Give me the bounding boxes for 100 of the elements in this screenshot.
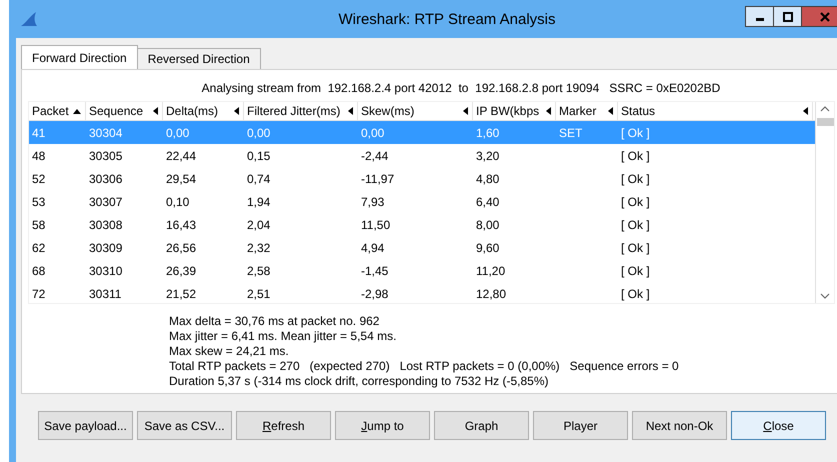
table-cell: [ Ok ]: [621, 240, 650, 254]
table-cell: 30304: [89, 126, 122, 140]
table-cell: 21,52: [166, 286, 196, 300]
table-cell: 0,00: [247, 126, 270, 140]
dialog-button[interactable]: Next non-Ok: [632, 411, 727, 440]
table-row[interactable]: 62 30309 26,56 2,32 4,94 9,60 [ Ok ]: [29, 236, 815, 259]
table-cell: -2,98: [361, 286, 388, 300]
table-cell: 2,51: [247, 286, 270, 300]
table-cell: [ Ok ]: [621, 126, 650, 140]
table-row[interactable]: 53 30307 0,10 1,94 7,93 6,40 [ Ok ]: [29, 190, 815, 213]
table-cell: 30311: [89, 286, 122, 300]
dialog-button[interactable]: Player: [533, 411, 628, 440]
table-cell: -2,44: [361, 148, 388, 162]
minimize-icon: [756, 18, 764, 21]
table-cell: 41: [32, 126, 46, 140]
scroll-thumb[interactable]: [816, 118, 834, 126]
table-cell: 4,80: [476, 172, 500, 186]
table-cell: 1,94: [247, 194, 270, 208]
table-cell: 52: [32, 172, 46, 186]
table-row[interactable]: 52 30306 29,54 0,74 -11,97 4,80 [ Ok ]: [29, 167, 815, 190]
table-cell: 0,10: [166, 194, 190, 208]
dialog-button[interactable]: Save payload...: [38, 411, 133, 440]
table-cell: 53: [32, 194, 46, 208]
table-row[interactable]: 48 30305 22,44 0,15 -2,44 3,20 [ Ok ]: [29, 144, 815, 167]
tab[interactable]: Reversed Direction: [136, 48, 261, 69]
column-header[interactable]: Filtered Jitter(ms): [244, 102, 358, 120]
table-row[interactable]: 58 30308 16,43 2,04 11,50 8,00 [ Ok ]: [29, 213, 815, 236]
table-cell: [ Ok ]: [621, 264, 650, 278]
table-cell: 30307: [89, 194, 122, 208]
table-cell: [ Ok ]: [621, 286, 650, 300]
table-cell: 0,00: [361, 126, 384, 140]
column-header[interactable]: Delta(ms): [163, 102, 244, 120]
close-button[interactable]: [801, 6, 837, 27]
dialog-button[interactable]: Close: [731, 411, 826, 440]
table-cell: 2,32: [247, 240, 270, 254]
table-cell: [ Ok ]: [621, 172, 650, 186]
minimize-button[interactable]: [745, 6, 774, 27]
table-cell: 2,58: [247, 264, 270, 278]
table-cell: 30305: [89, 148, 122, 162]
table-row[interactable]: 68 30310 26,39 2,58 -1,45 11,20 [ Ok ]: [29, 259, 815, 282]
table-cell: 30309: [89, 240, 122, 254]
table-cell: [ Ok ]: [621, 194, 650, 208]
column-header[interactable]: Skew(ms): [358, 102, 473, 120]
table-cell: 0,00: [166, 126, 190, 140]
close-icon: [820, 12, 830, 22]
table-cell: 0,15: [247, 148, 270, 162]
dialog-button[interactable]: Refresh: [236, 411, 331, 440]
column-header[interactable]: Sequence: [86, 102, 163, 120]
table-cell: -1,45: [361, 264, 388, 278]
table-row[interactable]: 72 30311 21,52 2,51 -2,98 12,80 [ Ok ]: [29, 282, 815, 303]
column-header[interactable]: Packet: [29, 102, 86, 120]
table-cell: 30310: [89, 264, 122, 278]
chevron-up-icon: [820, 106, 830, 112]
summary-line: Max delta = 30,76 ms at packet no. 962: [169, 314, 380, 329]
table-cell: [ Ok ]: [621, 218, 650, 232]
table-cell: 0,74: [247, 172, 270, 186]
table-cell: 2,04: [247, 218, 270, 232]
table-cell: 4,94: [361, 240, 384, 254]
table-cell: 6,40: [476, 194, 500, 208]
table-cell: 30306: [89, 172, 122, 186]
column-header[interactable]: IP BW(kbps: [473, 102, 556, 120]
table-cell: 68: [32, 264, 46, 278]
table-cell: 7,93: [361, 194, 384, 208]
tab[interactable]: Forward Direction: [21, 45, 138, 69]
table-cell: 12,80: [476, 286, 506, 300]
table-cell: 11,20: [476, 264, 506, 278]
table-cell: 16,43: [166, 218, 196, 232]
summary-line: Max jitter = 6,41 ms. Mean jitter = 5,54 ms.: [169, 329, 398, 344]
table-cell: 11,50: [361, 218, 390, 232]
table-cell: 48: [32, 148, 46, 162]
table-cell: SET: [559, 126, 582, 140]
maximize-icon: [782, 12, 792, 22]
chevron-down-icon: [820, 293, 830, 299]
table-cell: 22,44: [166, 148, 196, 162]
summary-line: Total RTP packets = 270 (expected 270) Lost RTP packets = 0 (0,00%) Sequence errors = 0: [169, 359, 680, 374]
table-cell: 58: [32, 218, 46, 232]
window-title: Wireshark: RTP Stream Analysis: [337, 10, 556, 28]
table-cell: 30308: [89, 218, 122, 232]
scrollbar[interactable]: [815, 102, 834, 303]
dialog-button[interactable]: Save as CSV...: [137, 411, 232, 440]
table-cell: 3,20: [476, 148, 500, 162]
table-cell: -11,97: [361, 172, 394, 186]
dialog-button[interactable]: Graph: [434, 411, 529, 440]
table-cell: 26,39: [166, 264, 196, 278]
summary-line: Duration 5,37 s (-314 ms clock drift, corresponding to 7532 Hz (-5,85%): [169, 374, 550, 389]
table-cell: 72: [32, 286, 46, 300]
table-cell: 62: [32, 240, 46, 254]
column-header[interactable]: Marker: [556, 102, 618, 120]
table-cell: 26,56: [166, 240, 196, 254]
shark-fin-icon: [20, 11, 38, 27]
maximize-button[interactable]: [773, 6, 802, 27]
table-cell: 8,00: [476, 218, 500, 232]
summary-line: Max skew = 24,21 ms.: [169, 344, 290, 359]
table-cell: [ Ok ]: [621, 148, 650, 162]
table-cell: 1,60: [476, 126, 500, 140]
column-header[interactable]: Status: [618, 102, 813, 120]
table-cell: 9,60: [476, 240, 500, 254]
dialog-button[interactable]: Jump to: [335, 411, 430, 440]
stream-info: Analysing stream from 192.168.2.4 port 42012 to 192.168.2.8 port 19094 SSRC = 0xE0202BD: [200, 80, 722, 97]
table-cell: 29,54: [166, 172, 196, 186]
